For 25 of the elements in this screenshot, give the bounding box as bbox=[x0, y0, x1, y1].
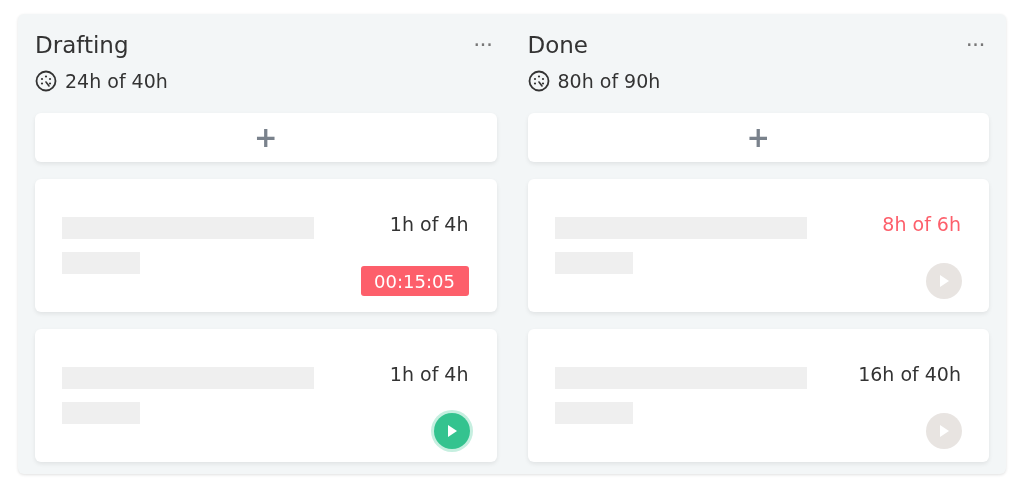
budget-text: 24h of 40h bbox=[65, 68, 168, 94]
play-icon bbox=[939, 425, 949, 437]
more-menu-button[interactable]: ··· bbox=[469, 34, 497, 56]
column-title: Drafting bbox=[35, 33, 129, 57]
task-card[interactable]: 1h of 4h 00:15:05 bbox=[35, 179, 497, 312]
play-icon bbox=[446, 425, 457, 437]
timer-badge: 00:15:05 bbox=[360, 266, 469, 296]
more-menu-button[interactable]: ··· bbox=[961, 34, 989, 56]
gauge-icon bbox=[35, 70, 57, 92]
task-card[interactable]: 1h of 4h bbox=[35, 329, 497, 462]
play-button[interactable] bbox=[433, 413, 470, 449]
estimate-text: 1h of 4h bbox=[389, 362, 469, 387]
column-title: Done bbox=[527, 33, 588, 57]
task-card[interactable]: 16h of 40h bbox=[527, 329, 989, 462]
gauge-icon bbox=[527, 70, 550, 92]
add-card-button[interactable]: + bbox=[35, 113, 497, 162]
estimate-text: 8h of 6h bbox=[882, 212, 961, 237]
estimate-text: 1h of 4h bbox=[389, 212, 469, 237]
budget-text: 80h of 90h bbox=[557, 68, 661, 94]
play-button[interactable] bbox=[926, 263, 962, 299]
task-card[interactable]: 8h of 6h bbox=[527, 179, 989, 312]
add-card-button[interactable]: + bbox=[527, 113, 989, 162]
estimate-text: 16h of 40h bbox=[858, 362, 961, 387]
play-icon bbox=[939, 275, 949, 287]
play-button[interactable] bbox=[926, 413, 962, 449]
